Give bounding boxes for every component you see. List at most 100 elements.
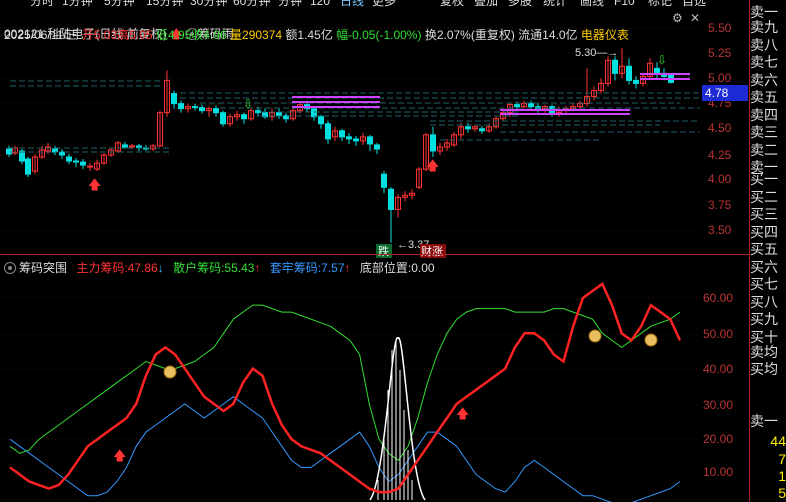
bottom-position-value: 0.00 — [411, 261, 435, 275]
retail-chip-arrow: ↑ — [254, 261, 261, 275]
high-price-mark: 5.30—→ — [575, 47, 618, 59]
retail-chip-line — [9, 304, 681, 462]
side-sell-3: 卖六 — [750, 72, 778, 88]
up-arrow-icon: 🡅 — [426, 158, 439, 173]
current-price: 4.78 — [705, 86, 729, 100]
side-sell-7: 卖二 — [750, 142, 778, 158]
candle-down — [479, 128, 485, 132]
stock-chart-window: 分时 1分钟 5分钟 15分钟 30分钟 60分钟 分钟 120 日线 更多 复权 叠加 多股 统计 画线 F… — [0, 0, 786, 502]
current-price-box: 4.78 — [702, 85, 748, 101]
lower-tick: 20.00 — [703, 432, 734, 446]
candle-down — [346, 136, 352, 140]
candle-down — [626, 65, 632, 81]
trap-chip-arrow: ↑ — [344, 261, 351, 275]
price-tick: 5.25 — [708, 46, 732, 60]
up-arrow-icon: 🡅 — [88, 177, 101, 192]
candle-down — [80, 161, 86, 166]
candle-down — [311, 108, 317, 118]
price-tick: 4.00 — [708, 172, 732, 186]
price-tick: 5.50 — [708, 21, 732, 35]
candle-down — [654, 67, 660, 74]
trap-chip-value: 7.57 — [321, 261, 345, 275]
caizhang-label: 财涨 — [421, 244, 443, 258]
candle-down — [381, 173, 387, 188]
side-buy-3: 买四 — [750, 224, 778, 240]
side-sell-5: 卖四 — [750, 107, 778, 123]
money-bag-icon — [163, 365, 177, 379]
side-bottom-label: 卖一 — [750, 414, 778, 429]
candle-down — [122, 144, 128, 148]
candle-down — [367, 136, 373, 145]
lower-title: 筹码突围 — [19, 261, 68, 275]
candle-down — [171, 93, 177, 105]
price-tick: 4.50 — [708, 121, 732, 135]
candle-down — [325, 123, 331, 140]
side-buy-8: 买九 — [750, 312, 778, 327]
main-chip-line — [9, 281, 682, 494]
lower-tick: 40.00 — [703, 362, 734, 376]
candle-down — [66, 156, 72, 162]
candle-down — [192, 106, 198, 109]
money-bag-icon — [644, 333, 658, 347]
side-buy-1: 买二 — [750, 189, 778, 205]
candle-down — [528, 103, 534, 108]
down-arrow-icon: ⇩ — [657, 53, 667, 67]
price-tick: 3.75 — [708, 198, 732, 212]
side-num-0: 44 — [770, 434, 786, 449]
down-arrow-icon: ⇩ — [243, 97, 253, 111]
die-label: 跌 — [378, 244, 389, 258]
side-buy-avg: 买均 — [750, 362, 778, 377]
lower-tick: 50.00 — [703, 327, 734, 341]
money-bag-icon — [588, 329, 602, 343]
main-chip-label: 主力筹码: — [76, 261, 128, 275]
up-arrow-icon: 🡅 — [456, 406, 469, 421]
lower-tick: 30.00 — [703, 398, 734, 412]
side-num-3: 5 — [778, 486, 786, 501]
lower-tick: 10.00 — [703, 465, 734, 479]
price-tick: 5.00 — [708, 71, 732, 85]
candle-down — [213, 108, 219, 114]
candle-down — [255, 110, 261, 114]
retail-chip-label: 散户筹码: — [173, 261, 225, 275]
candle-down — [25, 158, 31, 175]
side-sell-4: 卖五 — [750, 90, 778, 105]
side-sell-top: 卖一 — [750, 5, 778, 20]
candle-down — [318, 116, 324, 125]
candle-down — [388, 188, 394, 210]
candle-down — [241, 114, 247, 120]
side-sell-6: 卖三 — [750, 125, 778, 140]
side-sell-0: 卖九 — [750, 20, 778, 35]
candle-down — [6, 148, 12, 155]
side-buy-2: 买三 — [750, 207, 778, 222]
main-chip-arrow: ↓ — [157, 261, 164, 275]
price-tick: 4.25 — [708, 148, 732, 162]
candle-down — [612, 59, 618, 74]
side-buy-0: 买一 — [750, 172, 778, 187]
indicator-settings-icon[interactable] — [4, 262, 16, 274]
chart-canvas: 🡅🡅⇩⇩5.30—→←3.37跌 财涨🡅🡅 — [0, 27, 700, 502]
order-book-panel: 卖一 卖九 卖八 卖七 卖六 卖五 卖四 卖三 卖二 卖一 买一 买二 买三 买四 买五 买六 买七 买八 买九 买十… — [750, 0, 786, 502]
retail-chip-value: 55.43 — [224, 261, 255, 275]
side-buy-6: 买七 — [750, 277, 778, 292]
side-sell-1: 卖八 — [750, 37, 778, 53]
trap-chip-label: 套牢筹码: — [269, 261, 322, 275]
candle-down — [199, 107, 205, 112]
candle-down — [374, 144, 380, 150]
candle-down — [514, 104, 520, 108]
candle-down — [465, 126, 471, 130]
lower-tick: 60.00 — [703, 291, 734, 305]
side-buy-5: 买六 — [750, 259, 778, 275]
side-num-2: 1 — [778, 469, 786, 484]
side-buy-9: 买十 — [750, 329, 778, 345]
candle-down — [73, 160, 79, 163]
candle-down — [178, 103, 184, 110]
pane-divider — [0, 254, 750, 255]
candle-down — [339, 130, 345, 138]
price-tick: 3.50 — [708, 223, 732, 237]
trap-chip-line — [9, 396, 681, 502]
candle-down — [276, 112, 282, 117]
up-arrow-icon: 🡅 — [113, 448, 126, 463]
bottom-position-label: 底部位置: — [359, 261, 412, 275]
main-chip-value: 47.86 — [127, 261, 158, 275]
candle-down — [353, 138, 359, 142]
